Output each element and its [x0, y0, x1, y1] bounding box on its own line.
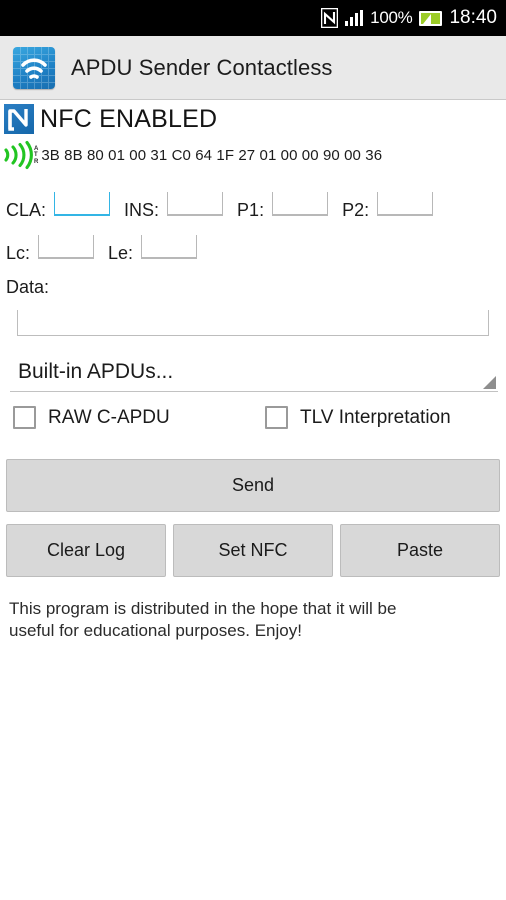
nfc-status-label: NFC ENABLED: [40, 104, 218, 133]
ins-label: INS:: [124, 200, 160, 220]
status-bar: 100% 18:40: [0, 0, 506, 36]
spinner-selected-label: Built-in APDUs...: [18, 359, 174, 383]
data-label: Data:: [6, 277, 50, 297]
dropdown-triangle-icon: [483, 376, 496, 389]
atr-value: 3B 8B 80 01 00 31 C0 64 1F 27 01 00 00 9…: [41, 146, 383, 164]
battery-percent-label: 100%: [370, 8, 413, 27]
signal-bars-icon: [345, 10, 364, 26]
nfc-status-row: NFC ENABLED: [4, 104, 217, 134]
le-input[interactable]: [141, 235, 198, 259]
atr-tag-line-r: R: [34, 158, 39, 165]
nfc-logo-icon: [4, 104, 34, 134]
tlv-interpretation-checkbox-wrapper[interactable]: TLV Interpretation: [265, 406, 451, 429]
options-row: RAW C-APDU TLV Interpretation: [0, 406, 506, 446]
secondary-buttons-row: Clear Log Set NFC Paste: [6, 524, 500, 577]
builtin-apdus-spinner[interactable]: Built-in APDUs...: [10, 352, 498, 392]
footer-line-1: This program is distributed in the hope …: [9, 599, 397, 618]
contactless-wifi-app-icon[interactable]: [13, 46, 55, 89]
clear-log-button[interactable]: Clear Log: [6, 524, 166, 577]
raw-capdu-checkbox[interactable]: [13, 406, 36, 429]
send-button[interactable]: Send: [6, 459, 500, 512]
le-label: Le:: [108, 243, 134, 263]
clock-label: 18:40: [449, 7, 497, 28]
nfc-n-icon: [320, 7, 339, 29]
app-title: APDU Sender Contactless: [71, 54, 333, 80]
paste-button[interactable]: Paste: [340, 524, 500, 577]
footer-text: This program is distributed in the hope …: [9, 598, 489, 642]
log-output-area[interactable]: [0, 650, 506, 900]
raw-capdu-label: RAW C-APDU: [48, 406, 170, 428]
apdu-length-fields-row: Lc: Le:: [6, 235, 198, 264]
app-root: 100% 18:40 APDU Sender Contactless NFC E…: [0, 0, 506, 900]
action-bar: APDU Sender Contactless: [0, 36, 506, 100]
contactless-wave-icon: [2, 140, 34, 170]
lc-input[interactable]: [38, 235, 95, 259]
lc-label: Lc:: [6, 243, 31, 263]
p1-label: P1:: [237, 200, 265, 220]
p2-input[interactable]: [377, 192, 434, 216]
p2-label: P2:: [342, 200, 370, 220]
apdu-header-fields-row: CLA: INS: P1: P2:: [6, 192, 434, 221]
atr-row: A T R 3B 8B 80 01 00 31 C0 64 1F 27 01 0…: [2, 140, 382, 170]
tlv-interpretation-label: TLV Interpretation: [300, 406, 451, 428]
footer-line-2: useful for educational purposes. Enjoy!: [9, 621, 302, 640]
tlv-interpretation-checkbox[interactable]: [265, 406, 288, 429]
cla-label: CLA:: [6, 200, 47, 220]
battery-charging-icon: [419, 10, 443, 26]
p1-input[interactable]: [272, 192, 329, 216]
set-nfc-button[interactable]: Set NFC: [173, 524, 333, 577]
data-input[interactable]: [17, 310, 489, 336]
ins-input[interactable]: [167, 192, 224, 216]
cla-input[interactable]: [54, 192, 111, 216]
atr-tag-label: A T R: [34, 145, 38, 166]
raw-capdu-checkbox-wrapper[interactable]: RAW C-APDU: [13, 406, 170, 429]
